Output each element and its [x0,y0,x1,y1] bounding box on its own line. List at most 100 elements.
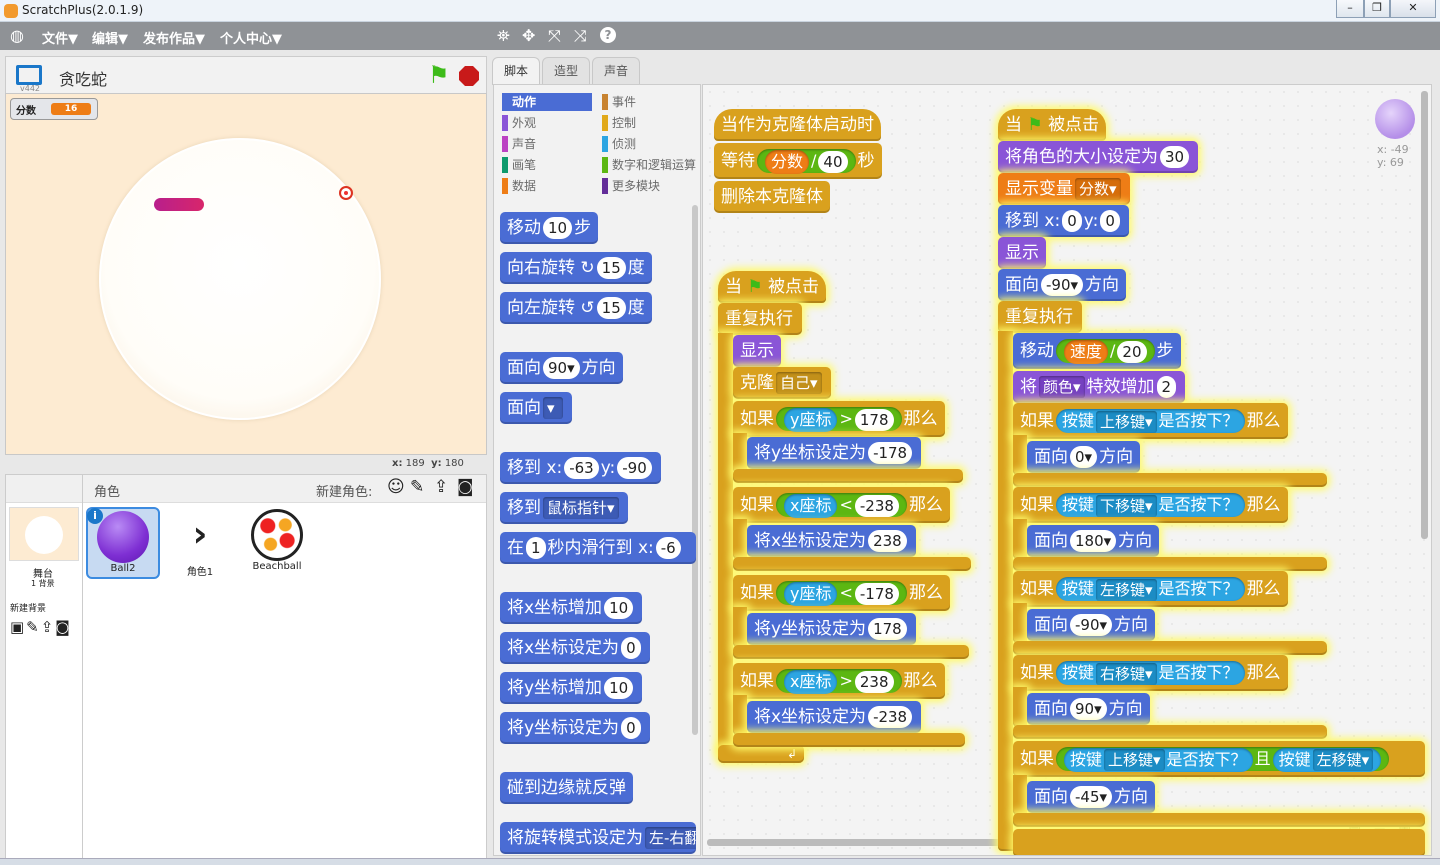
block-set-x-1[interactable]: 将x坐标设定为 238 [747,525,916,557]
shrink-icon[interactable]: ⤨ [574,26,587,46]
block-point-right[interactable]: 面向 90▾ 方向 [1027,693,1150,725]
block-set-y-1[interactable]: 将y坐标设定为 -178 [747,437,922,469]
block-change-x[interactable]: 将x坐标增加 10 [500,592,643,624]
vertical-scrollbar[interactable] [1421,91,1428,539]
menu-edit[interactable]: 编辑▼ [92,28,128,47]
paint-icon[interactable]: ✎ [410,477,424,497]
hat-when-flag-2[interactable]: 当 ⚑ 被点击 [998,109,1107,141]
block-goto-xy[interactable]: 移到 x: -63 y: -90 [500,452,661,484]
stage-canvas[interactable]: 分数 16 [5,93,487,455]
category-pen[interactable]: 画笔 [502,156,536,174]
block-point-up[interactable]: 面向 0▾ 方向 [1027,441,1141,473]
category-data[interactable]: 数据 [502,177,536,195]
camera-icon[interactable]: ◙ [457,477,474,497]
sprite-preview [1375,99,1415,139]
block-wait[interactable]: 等待 分数/40 秒 [714,143,882,179]
category-operators[interactable]: 数字和逻辑运算 [602,156,696,174]
category-motion[interactable]: 动作 [502,93,592,111]
block-change-y[interactable]: 将y坐标增加 10 [500,672,643,704]
grow-icon[interactable]: ⤧ [548,26,561,46]
block-set-x[interactable]: 将x坐标设定为 0 [500,632,650,664]
block-goto[interactable]: 移到 鼠标指针▾ [500,492,628,524]
block-set-size[interactable]: 将角色的大小设定为 30 [998,141,1199,173]
sprites-panel: 角色 新建角色: ☺ ✎ ⇪ ◙ 舞台 1 背景 新建背景 ▣✎⇪◙ Ball2… [5,474,487,861]
category-more[interactable]: 更多模块 [602,177,660,195]
stop-icon[interactable] [459,66,479,86]
block-rotation-style[interactable]: 将旋转模式设定为 左-右翻 [500,822,696,854]
new-sprite-label: 新建角色: [316,485,373,500]
if-key-down[interactable]: 如果 按键 下移键▾ 是否按下？ 那么 [1013,487,1288,523]
palette-scrollbar[interactable] [692,205,698,735]
block-point-towards[interactable]: 面向 ▾ [500,392,572,424]
block-move-speed[interactable]: 移动 速度/20 步 [1013,333,1181,369]
if-key-up[interactable]: 如果 按键 上移键▾ 是否按下？ 那么 [1013,403,1288,439]
backdrop-icons[interactable]: ▣✎⇪◙ [10,618,72,636]
tab-costumes[interactable]: 造型 [542,57,590,85]
close-button[interactable]: ✕ [1390,0,1436,18]
tab-sounds[interactable]: 声音 [592,57,640,85]
sprite-thumb-ball2[interactable]: Ball2 i [86,507,160,579]
upload-icon[interactable]: ⇪ [434,477,448,497]
category-looks[interactable]: 外观 [502,114,536,132]
help-icon[interactable]: ? [600,27,616,43]
globe-icon[interactable]: ◍ [10,26,24,45]
block-change-effect[interactable]: 将颜色▾ 特效增加 2 [1013,371,1186,403]
block-set-y-2[interactable]: 将y坐标设定为 178 [747,613,916,645]
block-forever-2[interactable]: 重复执行 [998,301,1082,333]
menu-account[interactable]: 个人中心▼ [220,28,282,47]
category-sound[interactable]: 声音 [502,135,536,153]
block-show-2[interactable]: 显示 [998,237,1046,269]
sprite-thumb-beachball[interactable]: Beachball [240,507,314,579]
snake-sprite[interactable] [154,198,204,211]
new-backdrop-label: 新建背景 [10,604,47,614]
if-y-greater[interactable]: 如果 y座标 >178 那么 [733,401,945,437]
block-point-dir[interactable]: 面向 -90▾ 方向 [998,269,1127,301]
category-events[interactable]: 事件 [602,93,636,111]
variable-monitor[interactable]: 分数 16 [10,98,98,120]
block-goto-xy-2[interactable]: 移到 x: 0 y: 0 [998,205,1129,237]
info-icon[interactable]: i [87,508,103,524]
block-set-y[interactable]: 将y坐标设定为 0 [500,712,650,744]
block-turn-right[interactable]: 向右旋转 ↻ 15 度 [500,252,652,284]
food-sprite[interactable] [339,186,353,200]
block-glide[interactable]: 在 1 秒内滑行到 x: -6 [500,532,696,564]
duplicate-icon[interactable]: ⛯ [497,26,510,46]
block-forever[interactable]: 重复执行 [718,303,802,335]
block-show[interactable]: 显示 [733,335,781,367]
if-x-less[interactable]: 如果 x座标 < -238 那么 [733,487,950,523]
if-key-right[interactable]: 如果 按键 右移键▾ 是否按下？ 那么 [1013,655,1288,691]
sprite-name: Ball2 [110,563,136,574]
menu-file[interactable]: 文件▼ [42,28,78,47]
project-title[interactable]: 贪吃蛇 [59,66,107,90]
block-point-left[interactable]: 面向 -90▾ 方向 [1027,609,1156,641]
fullscreen-icon[interactable] [16,65,42,85]
if-up-and-left[interactable]: 如果 按键 上移键▾ 是否按下？且按键 左移键▾ [1013,741,1425,777]
sprite-library-icon[interactable]: ☺ [387,477,405,497]
block-turn-left[interactable]: 向左旋转 ↺ 15 度 [500,292,652,324]
tab-scripts[interactable]: 脚本 [492,57,540,85]
hat-when-flag[interactable]: 当 ⚑ 被点击 [718,271,827,303]
maximize-button[interactable]: ❐ [1364,0,1390,18]
block-create-clone[interactable]: 克隆 自己▾ [733,367,831,399]
category-sensing[interactable]: 侦测 [602,135,636,153]
block-move[interactable]: 移动 10 步 [500,212,599,244]
block-point-up-left[interactable]: 面向 -45▾ 方向 [1027,781,1156,813]
if-y-less[interactable]: 如果 y座标 < -178 那么 [733,575,950,611]
stage-thumbnail[interactable] [9,507,79,561]
minimize-button[interactable]: – [1336,0,1364,18]
block-set-x-2[interactable]: 将x坐标设定为 -238 [747,701,922,733]
block-bounce[interactable]: 碰到边缘就反弹 [500,772,633,804]
if-key-left[interactable]: 如果 按键 左移键▾ 是否按下？ 那么 [1013,571,1288,607]
sprite-thumb-arrow[interactable]: › 角色1 [163,507,237,579]
if-x-greater[interactable]: 如果 x座标 >238 那么 [733,663,945,699]
hat-when-clone[interactable]: 当作为克隆体启动时 [714,109,881,141]
category-control[interactable]: 控制 [602,114,636,132]
green-flag-icon[interactable]: ⚑ [428,61,450,89]
block-point-direction[interactable]: 面向 90▾ 方向 [500,352,623,384]
block-point-down[interactable]: 面向 180▾ 方向 [1027,525,1160,557]
block-delete-clone[interactable]: 删除本克隆体 [714,181,830,213]
script-area[interactable]: x: -49 y: 69 ⊖ = ⊕ 当作为克隆体启动时 等待 分数/40 秒 删除… [702,84,1432,856]
menu-publish[interactable]: 发布作品▼ [143,28,205,47]
block-show-variable[interactable]: 显示变量 分数▾ [998,173,1130,205]
cut-icon[interactable]: ✥ [522,26,535,45]
